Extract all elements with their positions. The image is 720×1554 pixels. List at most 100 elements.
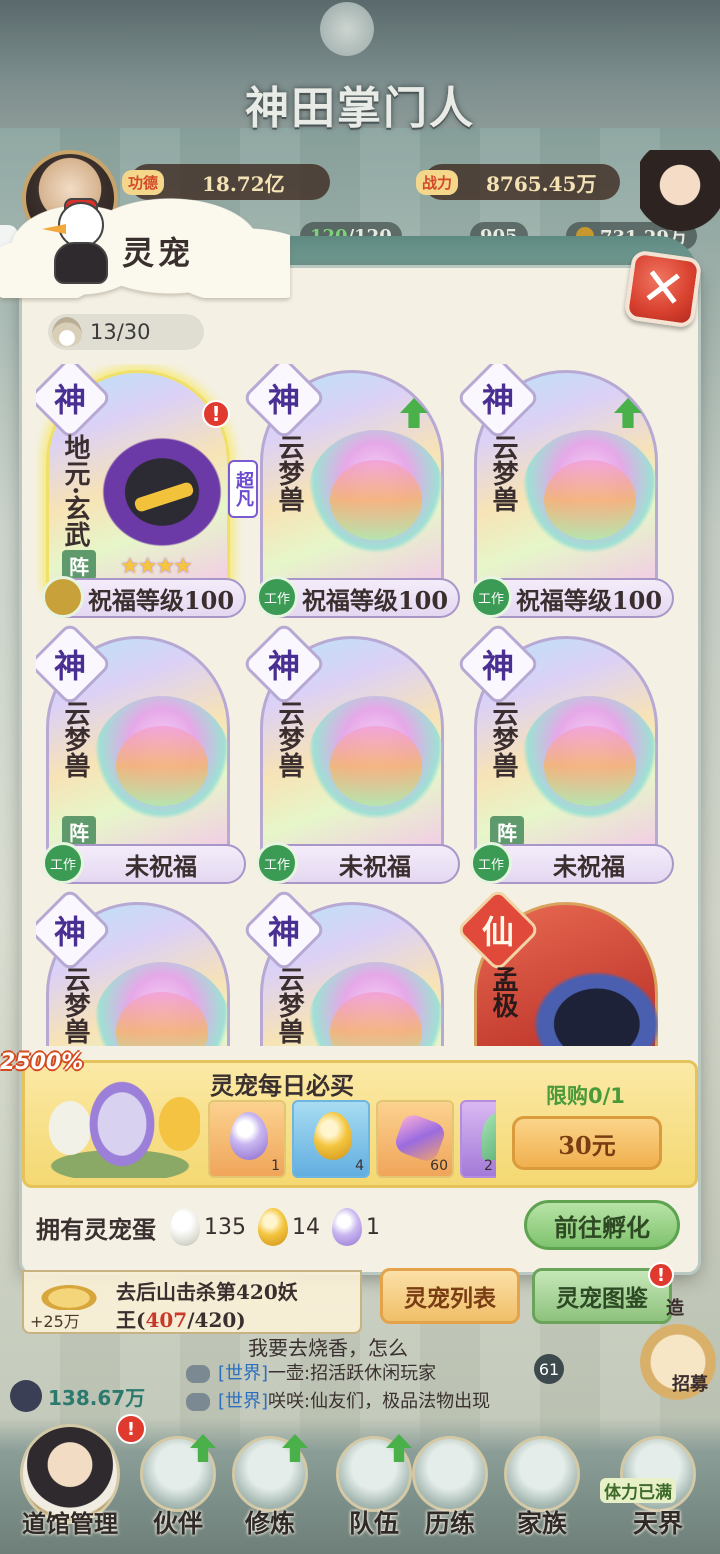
bonus-percent-tag: 2500%	[0, 1050, 84, 1075]
stamina-full-badge: 体力已满	[600, 1478, 676, 1503]
work-icon: 工作	[470, 576, 512, 618]
crystal-icon	[392, 1111, 448, 1165]
character-portrait	[640, 150, 720, 250]
nav-family[interactable]: 家族	[492, 1424, 592, 1550]
rank-badge: 仙	[481, 913, 514, 951]
chat-bubble-icon	[186, 1393, 210, 1411]
gold-egg-count: 14	[292, 1214, 320, 1240]
player-power-value: 138.67万	[48, 1385, 146, 1410]
purchase-limit: 限购0/1	[546, 1084, 625, 1108]
pet-card[interactable]: 神 云梦兽 祝福等级100 工作	[455, 364, 676, 626]
pet-card[interactable]: 神 云梦兽 祝福等级100 工作	[241, 364, 462, 626]
white-egg-count: 135	[204, 1214, 246, 1240]
alert-icon: !	[202, 400, 230, 428]
quest-text: 去后山击杀第420妖 王(407/420)	[116, 1278, 356, 1334]
alert-icon: !	[648, 1262, 674, 1288]
pet-list-tab[interactable]: 灵宠列表	[380, 1268, 520, 1324]
gold-egg-icon	[314, 1112, 352, 1160]
chat-message: [世界] 咲咲:仙友们，极品法物出现	[186, 1388, 626, 1416]
close-button[interactable]: ✕	[623, 249, 703, 329]
npc-speech: 我要去烧香，怎么	[248, 1336, 408, 1360]
family-banner-icon	[504, 1436, 580, 1512]
item-qty: 60	[430, 1158, 448, 1174]
yunmeng-beast-image	[308, 430, 444, 554]
pet-card[interactable]: 神 云梦兽	[241, 887, 462, 1046]
recruit-label: 招募	[672, 1374, 708, 1395]
rank-badge: 神	[481, 381, 514, 419]
pet-grid: 神 地元·玄武 超凡 ! 阵 ★★★★ 祝福等级100 神 云梦兽 祝福等级10…	[36, 364, 688, 1046]
offer-item[interactable]: 1	[208, 1100, 286, 1178]
rank-badge: 神	[53, 647, 86, 685]
offer-item[interactable]: 60	[376, 1100, 454, 1178]
pet-name: 云梦兽	[274, 434, 304, 512]
rank-badge: 神	[267, 913, 300, 951]
offer-item[interactable]: 2	[460, 1100, 496, 1178]
chat-text: 咲咲:仙友们，极品法物出现	[268, 1391, 491, 1412]
pet-card[interactable]: 神 云梦兽 阵 未祝福 工作	[455, 621, 676, 892]
quest-line-2: 王(407/420)	[116, 1308, 246, 1332]
player-power: 138.67万	[10, 1380, 145, 1412]
pet-name: 云梦兽	[274, 966, 304, 1044]
star-rating: ★★★★	[120, 554, 193, 579]
pet-name: 云梦兽	[60, 966, 90, 1044]
battle-power-value: 8765.45万	[486, 171, 597, 196]
go-hatch-button[interactable]: 前往孵化	[524, 1200, 680, 1250]
purple-egg-count: 1	[366, 1214, 380, 1240]
rank-badge: 神	[53, 381, 86, 419]
purple-egg-icon	[332, 1208, 362, 1246]
yunmeng-beast-image	[522, 696, 658, 820]
work-icon: 工作	[256, 842, 298, 884]
nav-label: 天界	[632, 1509, 683, 1538]
quest-line-1: 去后山击杀第420妖	[116, 1280, 298, 1304]
offer-items: 1 4 60 2	[208, 1100, 496, 1180]
chat-channel: [世界]	[218, 1363, 269, 1384]
lotus-icon	[34, 1276, 104, 1310]
leaf-icon	[482, 1112, 496, 1160]
nav-label: 道馆管理	[22, 1509, 118, 1538]
daily-offer-title: 灵宠每日必买	[210, 1071, 354, 1100]
pet-card[interactable]: 神 云梦兽	[36, 887, 248, 1046]
white-egg-icon	[170, 1208, 200, 1246]
crane-mascot-icon	[42, 196, 116, 286]
rank-badge: 神	[53, 913, 86, 951]
chat-text: 一壶:招活跃休闲玩家	[268, 1363, 437, 1384]
pet-name: 地元·玄武	[60, 434, 90, 548]
rank-badge: 神	[481, 647, 514, 685]
nav-trials[interactable]: 历练	[400, 1424, 500, 1550]
rank-badge: 神	[267, 381, 300, 419]
nav-cultivation[interactable]: 修炼	[220, 1424, 320, 1550]
work-icon: 工作	[42, 842, 84, 884]
pet-name: 孟极	[488, 966, 518, 1018]
owned-eggs-label: 拥有灵宠蛋	[36, 1214, 156, 1244]
pet-card[interactable]: 神 地元·玄武 超凡 ! 阵 ★★★★ 祝福等级100	[36, 364, 258, 626]
panel-title: 灵宠	[122, 234, 195, 272]
pet-card[interactable]: 神 云梦兽 阵 未祝福 工作	[36, 621, 248, 892]
work-icon: 工作	[470, 842, 512, 884]
pet-card[interactable]: 仙 孟极	[455, 887, 676, 1046]
nav-hall-management[interactable]: ! 道馆管理	[10, 1414, 146, 1550]
nav-partners[interactable]: 伙伴	[128, 1424, 228, 1550]
pet-count: 13/30	[48, 314, 204, 350]
pet-count-value: 13/30	[90, 320, 151, 344]
shield-icon	[42, 576, 84, 618]
rank-badge: 神	[267, 647, 300, 685]
yunmeng-beast-image	[94, 696, 230, 820]
egg-nest-image	[30, 1078, 200, 1178]
black-tortoise-image	[94, 430, 230, 554]
quest-tracker[interactable]: 去后山击杀第420妖 王(407/420) +25万	[22, 1270, 362, 1334]
moon-decoration	[320, 2, 374, 56]
offer-item[interactable]: 4	[292, 1100, 370, 1178]
pet-card[interactable]: 神 云梦兽 未祝福 工作	[241, 621, 462, 892]
buy-button[interactable]: 30元	[512, 1116, 662, 1170]
item-qty: 1	[271, 1158, 280, 1174]
nav-label: 家族	[516, 1509, 567, 1538]
quest-progress: 407	[145, 1308, 188, 1332]
pet-name: 云梦兽	[488, 434, 518, 512]
yunmeng-beast-image	[522, 430, 658, 554]
chat-bubble-icon	[186, 1365, 210, 1383]
nav-label: 伙伴	[152, 1509, 203, 1538]
purple-egg-icon	[230, 1112, 268, 1160]
yunmeng-beast-image	[308, 696, 444, 820]
side-label: 造	[666, 1298, 684, 1319]
pet-name: 云梦兽	[60, 700, 90, 778]
